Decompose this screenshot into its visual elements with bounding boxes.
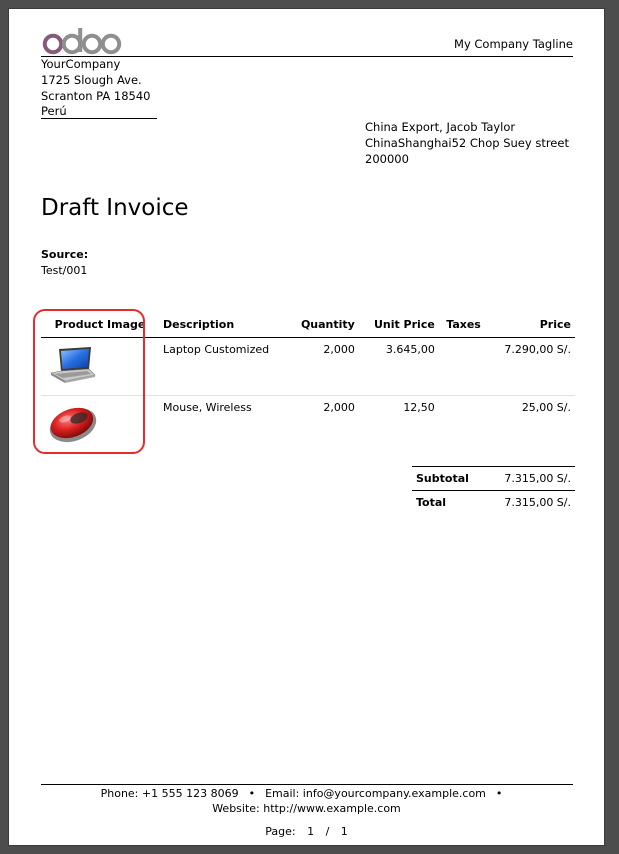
footer-email: Email: info@yourcompany.example.com xyxy=(265,787,486,800)
line-quantity: 2,000 xyxy=(323,343,355,356)
line-unit-price: 3.645,00 xyxy=(385,343,435,356)
page-title: Draft Invoice xyxy=(41,195,189,221)
header-unit-price: Unit Price xyxy=(358,313,439,338)
subtotal-label: Subtotal xyxy=(412,466,486,491)
customer-name: China Export, Jacob Taylor xyxy=(365,120,516,134)
footer-bullet: • xyxy=(248,787,256,800)
header-price: Price xyxy=(488,313,575,338)
total-value: 7.315,00 S/. xyxy=(485,490,575,514)
total-label: Total xyxy=(412,490,486,514)
source-label: Source: xyxy=(41,248,89,261)
company-address: YourCompany 1725 Slough Ave. Scranton PA… xyxy=(41,57,150,120)
header-taxes: Taxes xyxy=(438,313,489,338)
subtotal-value: 7.315,00 S/. xyxy=(485,466,575,491)
page-number: Page: 1 / 1 xyxy=(9,825,604,838)
invoice-page: My Company Tagline YourCompany 1725 Slou… xyxy=(8,8,605,846)
company-address-divider xyxy=(41,118,157,119)
line-taxes xyxy=(439,338,488,396)
customer-zip: 200000 xyxy=(365,151,409,166)
footer: Phone: +1 555 123 8069 • Email: info@yourc… xyxy=(9,786,604,816)
product-image-highlight xyxy=(33,309,145,454)
header-quantity: Quantity xyxy=(287,313,359,338)
footer-divider xyxy=(41,784,573,785)
page-label: Page: xyxy=(265,825,296,838)
footer-phone: Phone: +1 555 123 8069 xyxy=(100,787,239,800)
total-row: Total 7.315,00 S/. xyxy=(412,490,575,514)
line-price: 7.290,00 S/. xyxy=(504,343,571,356)
odoo-logo xyxy=(42,28,122,55)
company-city: Scranton PA 18540 xyxy=(41,88,151,103)
page-total: 1 xyxy=(340,825,348,838)
line-taxes xyxy=(438,395,489,453)
company-street: 1725 Slough Ave. xyxy=(41,72,142,87)
company-name: YourCompany xyxy=(41,57,121,71)
source-value: Test/001 xyxy=(41,264,88,277)
page-separator: / xyxy=(325,825,330,838)
company-tagline: My Company Tagline xyxy=(454,37,573,51)
page-current: 1 xyxy=(307,825,315,838)
line-description: Laptop Customized xyxy=(163,343,270,356)
line-quantity: 2,000 xyxy=(287,395,359,453)
customer-address: China Export, Jacob Taylor ChinaShanghai… xyxy=(365,120,569,167)
line-description: Mouse, Wireless xyxy=(159,395,287,453)
subtotal-row: Subtotal 7.315,00 S/. xyxy=(412,466,575,491)
line-unit-price: 12,50 xyxy=(358,395,439,453)
line-price: 25,00 S/. xyxy=(488,395,575,453)
footer-bullet: • xyxy=(495,787,503,800)
customer-street: ChinaShanghai52 Chop Suey street xyxy=(365,135,569,150)
footer-contact: Phone: +1 555 123 8069 • Email: info@yourc… xyxy=(9,786,604,801)
footer-website: Website: http://www.example.com xyxy=(212,802,401,815)
totals-table: Subtotal 7.315,00 S/. Total 7.315,00 S/. xyxy=(412,466,575,514)
header-description: Description xyxy=(159,313,287,338)
